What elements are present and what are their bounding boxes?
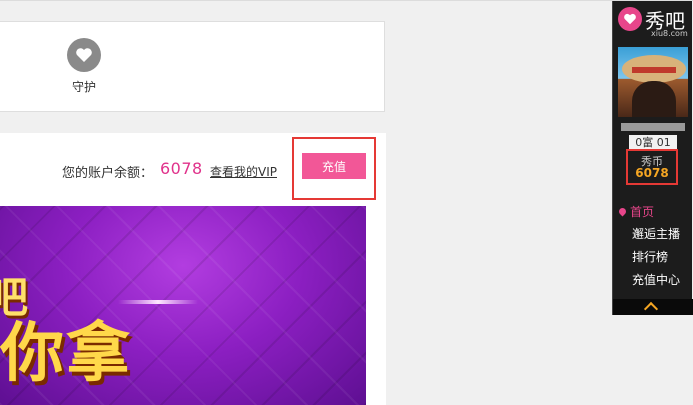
heart-logo-icon <box>618 7 642 31</box>
view-vip-link[interactable]: 查看我的VIP <box>210 163 277 180</box>
guard-card: 守护 <box>0 21 385 112</box>
avatar-hat-band <box>632 67 676 73</box>
heart-shape <box>76 48 92 62</box>
collapse-toggle[interactable] <box>613 299 693 317</box>
nav-meet-hosts[interactable]: 邂逅主播 <box>632 225 680 242</box>
location-pin-icon <box>617 206 628 217</box>
banner-text-2: 你拿 <box>0 317 132 391</box>
nav-home[interactable]: 首页 <box>617 203 655 220</box>
avatar[interactable] <box>618 47 688 117</box>
level-badge: 0富 01 <box>629 135 677 150</box>
coin-value: 6078 <box>635 166 669 180</box>
top-divider <box>0 0 693 1</box>
guard-label[interactable]: 守护 <box>59 78 109 95</box>
balance-label: 您的账户余额： <box>62 166 154 181</box>
balance-value: 6078 <box>160 159 203 178</box>
nav-recharge-center[interactable]: 充值中心 <box>632 271 680 288</box>
heart-icon[interactable] <box>67 38 101 72</box>
promo-banner[interactable]: 吧 你拿 <box>0 206 366 405</box>
nav-leaderboard[interactable]: 排行榜 <box>632 248 668 265</box>
recharge-button[interactable]: 充值 <box>302 153 366 179</box>
avatar-face <box>632 81 676 117</box>
logo-subtext: xiu8.com <box>651 29 688 38</box>
heart-logo-shape <box>624 13 636 25</box>
xiu8-logo[interactable]: 秀吧 xiu8.com <box>618 5 688 43</box>
username-bar <box>621 123 685 131</box>
right-sidebar: 秀吧 xiu8.com 0富 01 秀币 6078 首页 邂逅主播 排行榜 充值… <box>612 1 693 317</box>
nav-home-label: 首页 <box>630 205 655 219</box>
chevron-up-icon <box>643 301 659 317</box>
